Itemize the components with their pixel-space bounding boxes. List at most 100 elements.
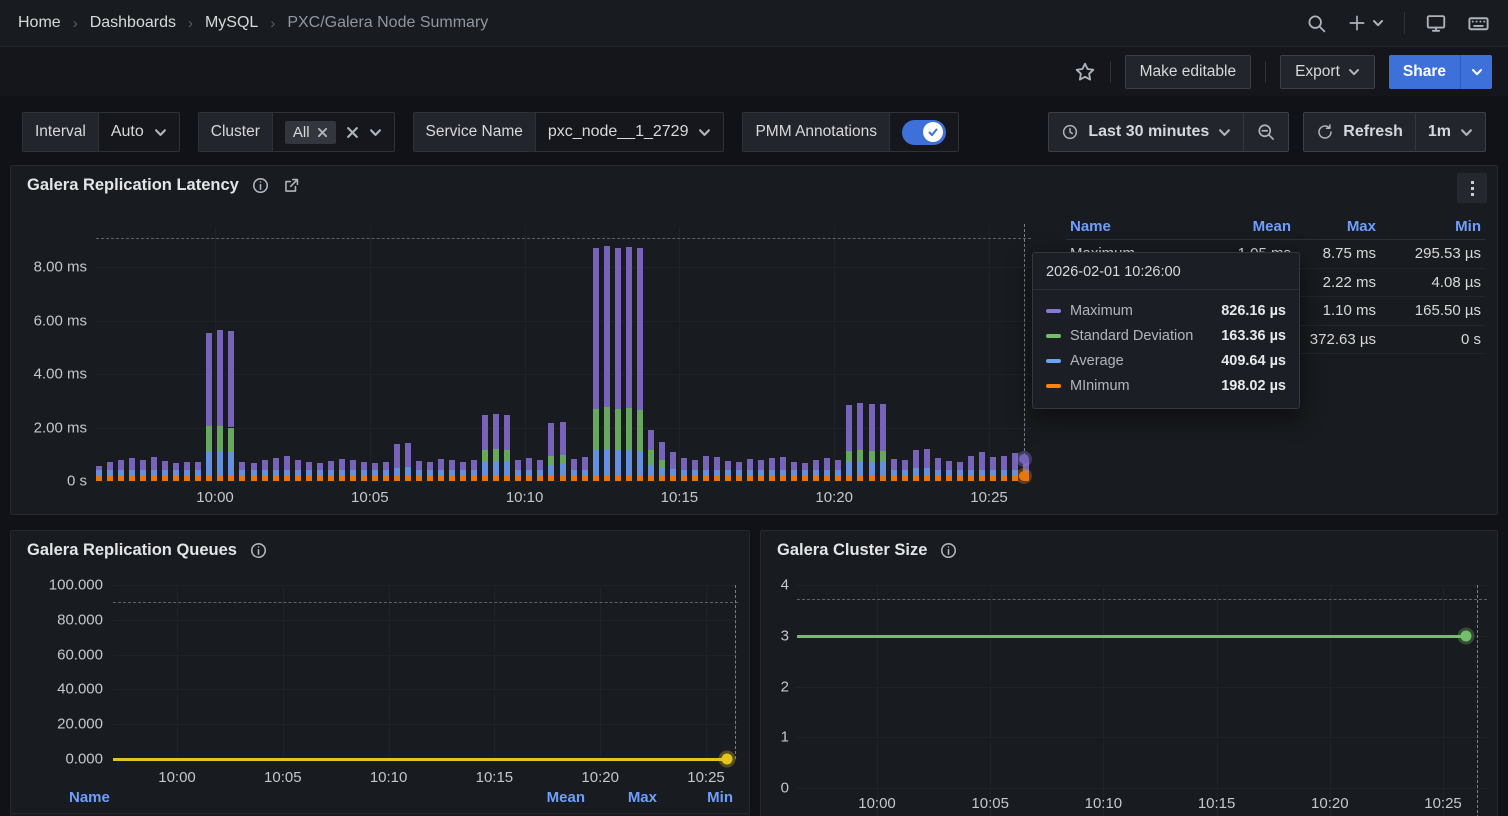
- share-button[interactable]: Share: [1389, 55, 1460, 89]
- zoom-out-button[interactable]: [1243, 113, 1288, 151]
- latency-bar-segment: [780, 457, 786, 470]
- legend-col-min[interactable]: Min: [657, 789, 733, 806]
- info-icon[interactable]: [939, 541, 958, 560]
- legend-value: 8.75 ms: [1295, 245, 1380, 262]
- latency-bar-segment: [869, 451, 875, 462]
- filter-bar: Interval Auto Cluster All Service Name p…: [0, 110, 1508, 154]
- gridline: [113, 689, 738, 690]
- latency-bar-segment: [217, 330, 223, 426]
- search-icon[interactable]: [1306, 13, 1327, 34]
- latency-bar-segment: [857, 403, 863, 450]
- latency-bar-segment: [626, 450, 632, 476]
- monitor-icon[interactable]: [1425, 12, 1447, 34]
- latency-bar-segment: [802, 470, 808, 475]
- series-color-swatch: [1046, 309, 1061, 313]
- gridline: [797, 687, 1487, 688]
- latency-bar-segment: [780, 476, 786, 481]
- latency-bar-segment: [902, 460, 908, 470]
- latency-bar-segment: [118, 470, 124, 475]
- latency-bar-segment: [471, 460, 477, 471]
- latency-bar-segment: [648, 430, 654, 450]
- legend-col-name[interactable]: Name: [1066, 218, 1200, 235]
- latency-bar-segment: [703, 470, 709, 475]
- hover-point-maximum: [1019, 454, 1029, 464]
- y-axis-label: 0: [761, 780, 789, 797]
- star-icon[interactable]: [1074, 61, 1096, 83]
- latency-bar-segment: [857, 450, 863, 461]
- latency-bar-segment: [504, 415, 510, 451]
- external-link-icon[interactable]: [282, 176, 301, 195]
- x-axis-label: 10:25: [1424, 795, 1462, 812]
- latency-bar-segment: [703, 456, 709, 470]
- gridline: [283, 585, 284, 759]
- gridline: [215, 226, 216, 481]
- latency-bar-segment: [217, 476, 223, 481]
- latency-bar-segment: [350, 476, 356, 481]
- legend-col-max[interactable]: Max: [585, 789, 657, 806]
- latency-bar-segment: [273, 476, 279, 481]
- share-dropdown-button[interactable]: [1460, 55, 1492, 89]
- legend-col-mean[interactable]: Mean: [501, 789, 585, 806]
- latency-bar-segment: [383, 462, 389, 471]
- latency-bar-segment: [891, 459, 897, 470]
- latency-bar-segment: [515, 470, 521, 475]
- service-name-label: Service Name: [414, 113, 536, 151]
- time-range-label: Last 30 minutes: [1088, 123, 1209, 141]
- time-range-picker[interactable]: Last 30 minutes: [1049, 113, 1243, 151]
- info-icon[interactable]: [249, 541, 268, 560]
- service-name-select[interactable]: pxc_node__1_2729: [536, 113, 724, 151]
- breadcrumb-home[interactable]: Home: [18, 14, 61, 32]
- keyboard-icon[interactable]: [1467, 12, 1490, 35]
- add-menu-button[interactable]: [1347, 13, 1384, 33]
- latency-bar-segment: [548, 465, 554, 476]
- interval-select[interactable]: Auto: [99, 113, 179, 151]
- interval-label: Interval: [23, 113, 99, 151]
- latency-bar-segment: [913, 476, 919, 481]
- latency-bar-segment: [747, 470, 753, 475]
- panel-title: Galera Replication Latency: [27, 176, 239, 195]
- latency-bar-segment: [239, 470, 245, 475]
- breadcrumb-dashboards[interactable]: Dashboards: [90, 14, 176, 32]
- latency-bar-segment: [449, 460, 455, 470]
- toggle-knob: [923, 122, 943, 142]
- legend-col-min[interactable]: Min: [1380, 218, 1485, 235]
- panel-menu-icon[interactable]: [1457, 173, 1487, 203]
- gridline: [990, 585, 991, 816]
- legend-col-max[interactable]: Max: [1295, 218, 1380, 235]
- refresh-button[interactable]: Refresh: [1304, 113, 1415, 151]
- y-axis-label: 2.00 ms: [11, 419, 87, 436]
- latency-bar-segment: [648, 450, 654, 465]
- x-axis-label: 10:25: [687, 769, 725, 786]
- latency-bar-segment: [857, 476, 863, 481]
- gridline: [797, 788, 1487, 789]
- latency-bar-segment: [184, 476, 190, 481]
- latency-bar-segment: [284, 476, 290, 481]
- gridline: [834, 226, 835, 481]
- refresh-interval-select[interactable]: 1m: [1415, 113, 1485, 151]
- legend-col-name[interactable]: Name: [69, 789, 501, 806]
- info-icon[interactable]: [251, 176, 270, 195]
- latency-bar-segment: [725, 470, 731, 475]
- latency-bar-segment: [195, 470, 201, 475]
- latency-bar-segment: [1012, 470, 1018, 475]
- pmm-annotations-toggle[interactable]: [902, 120, 946, 145]
- latency-bar-segment: [924, 449, 930, 468]
- latency-bar-segment: [979, 476, 985, 481]
- latency-bar-segment: [306, 476, 312, 481]
- y-axis-label: 0 s: [11, 473, 87, 490]
- breadcrumb: Home › Dashboards › MySQL › PXC/Galera N…: [18, 14, 488, 32]
- tooltip-series-label: Standard Deviation: [1070, 328, 1212, 344]
- cluster-chip-all[interactable]: All: [285, 121, 336, 144]
- latency-bar-segment: [460, 462, 466, 471]
- latency-bar-segment: [692, 470, 698, 475]
- latency-bar-segment: [571, 476, 577, 481]
- breadcrumb-mysql[interactable]: MySQL: [205, 14, 258, 32]
- threshold-dashed-line: [797, 599, 1487, 600]
- export-button[interactable]: Export: [1280, 55, 1375, 89]
- cluster-select[interactable]: All: [273, 113, 394, 151]
- make-editable-button[interactable]: Make editable: [1125, 55, 1252, 89]
- refresh-icon: [1316, 123, 1334, 141]
- legend-col-mean[interactable]: Mean: [1200, 218, 1295, 235]
- gridline: [96, 481, 1031, 482]
- latency-bar-segment: [526, 458, 532, 470]
